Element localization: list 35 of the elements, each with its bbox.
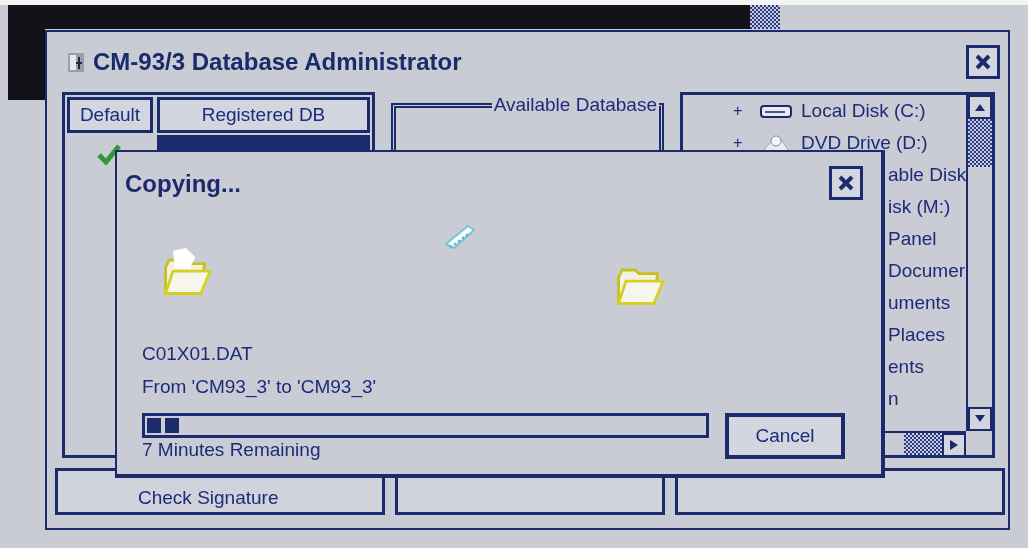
scroll-down-button[interactable] <box>968 407 992 431</box>
tree-item[interactable]: isk (M:) <box>888 196 951 218</box>
dialog-title: Copying... <box>125 169 241 198</box>
column-header[interactable]: Registered DB <box>157 97 370 133</box>
expand-toggle[interactable]: + <box>733 134 753 152</box>
close-icon <box>837 173 855 192</box>
tree-item[interactable]: Panel <box>888 228 937 250</box>
tree-item[interactable]: able Disk <box>888 164 966 186</box>
app-icon <box>67 51 85 73</box>
up-arrow-icon <box>974 102 986 112</box>
scroll-right-button[interactable] <box>942 433 966 457</box>
tree-item[interactable]: Local Disk (C:) <box>801 100 926 122</box>
time-remaining: 7 Minutes Remaining <box>142 439 322 461</box>
expand-toggle[interactable]: + <box>733 102 753 120</box>
right-arrow-icon <box>948 440 960 450</box>
cancel-button[interactable]: Cancel <box>725 413 845 459</box>
tree-item[interactable]: Documer <box>888 260 966 282</box>
tree-item[interactable]: Places <box>888 324 946 346</box>
tree-item[interactable]: DVD Drive (D:) <box>801 132 928 154</box>
file-name: C01X01.DAT <box>142 342 254 366</box>
column-header[interactable]: Default <box>67 97 153 133</box>
scroll-thumb[interactable] <box>968 119 992 167</box>
close-button[interactable] <box>966 45 1000 79</box>
desktop-pattern <box>750 5 780 29</box>
scroll-up-button[interactable] <box>968 95 992 119</box>
group-title: Available Database <box>492 94 658 116</box>
tree-item[interactable]: n <box>888 388 899 410</box>
scroll-thumb[interactable] <box>904 433 942 455</box>
copy-route: From 'CM93_3' to 'CM93_3' <box>142 375 378 400</box>
tree-item[interactable]: ents <box>888 356 924 378</box>
close-button[interactable] <box>829 165 863 200</box>
down-arrow-icon <box>974 414 986 424</box>
tree-item[interactable]: uments <box>888 292 951 314</box>
close-icon <box>974 53 992 71</box>
window-title: CM-93/3 Database Administrator <box>93 48 462 76</box>
